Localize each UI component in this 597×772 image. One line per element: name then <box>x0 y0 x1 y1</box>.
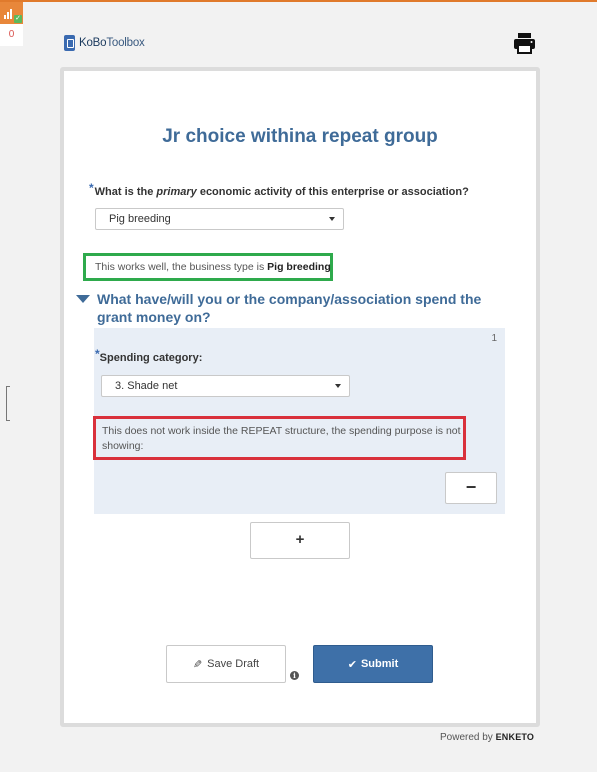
business-type-note: This works well, the business type is Pi… <box>83 253 333 281</box>
side-handle <box>6 386 10 421</box>
spending-category-label: *Spending category: <box>95 347 203 364</box>
note-text: This works well, the business type is <box>95 261 268 273</box>
submit-label: Submit <box>360 658 399 670</box>
submit-button[interactable]: ✔ Submit <box>313 645 433 683</box>
primary-activity-value: Pig breeding <box>109 213 171 225</box>
info-icon[interactable]: i <box>290 671 299 680</box>
add-repeat-button[interactable]: + <box>250 522 350 559</box>
label-pre: What is the <box>94 186 157 198</box>
repeat-instance: 1 *Spending category: 3. Shade net This … <box>93 328 505 514</box>
required-marker: * <box>89 181 94 195</box>
label-emphasis: primary <box>156 186 197 198</box>
repeat-number: 1 <box>491 333 497 344</box>
spending-label-text: Spending category: <box>99 352 203 364</box>
check-icon: ✓ <box>14 15 22 23</box>
repeat-group-label: What have/will you or the company/associ… <box>97 291 482 325</box>
queue-count: 0 <box>0 24 23 46</box>
pencil-icon: ✎ <box>192 658 203 671</box>
collapse-triangle-icon[interactable] <box>76 295 90 303</box>
question-primary-activity-label: *What is the primary economic activity o… <box>89 181 469 198</box>
required-marker: * <box>95 347 100 361</box>
logo-text-part1: KoBo <box>79 37 107 49</box>
note-value: Pig breeding <box>267 261 331 273</box>
primary-activity-select[interactable]: Pig breeding <box>95 208 344 230</box>
offline-queue-indicator[interactable]: ✓ <box>0 2 23 24</box>
label-post: economic activity of this enterprise or … <box>196 186 469 198</box>
spending-purpose-note: This does not work inside the REPEAT str… <box>93 416 466 460</box>
form-title: Jr choice withina repeat group <box>162 126 438 147</box>
kobo-logo-icon <box>64 35 75 51</box>
powered-by-enketo[interactable]: Powered by ENKETO <box>440 732 534 743</box>
kobotoolbox-logo: KoBoToolbox <box>64 34 145 52</box>
save-draft-button[interactable]: ✎ Save Draft <box>166 645 286 683</box>
save-draft-label: Save Draft <box>207 658 260 670</box>
chevron-down-icon <box>335 384 341 388</box>
spending-category-select[interactable]: 3. Shade net <box>101 375 350 397</box>
chevron-down-icon <box>329 217 335 221</box>
powered-by-text: Powered by <box>440 732 493 743</box>
print-icon[interactable] <box>513 32 536 54</box>
form-card: Jr choice withina repeat group *What is … <box>60 67 540 727</box>
check-icon: ✔ <box>347 658 357 671</box>
top-accent-line <box>0 0 597 2</box>
remove-repeat-button[interactable]: − <box>445 472 497 504</box>
logo-text-part2: Toolbox <box>106 37 145 49</box>
spending-category-value: 3. Shade net <box>115 380 178 392</box>
enketo-logo: ENKETO <box>495 732 535 742</box>
